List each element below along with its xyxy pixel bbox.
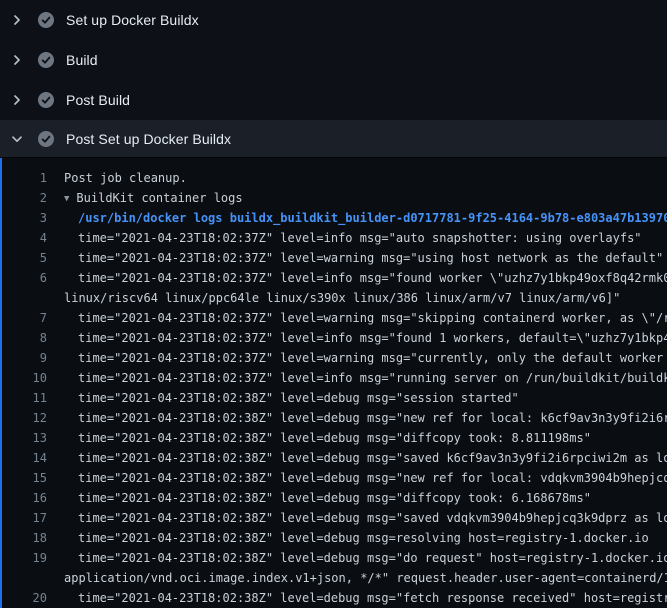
chevron-right-icon bbox=[9, 52, 25, 68]
log-text: time="2021-04-23T18:02:38Z" level=debug … bbox=[47, 448, 667, 468]
log-line-number[interactable]: 16 bbox=[2, 488, 47, 508]
step-label: Build bbox=[66, 52, 98, 68]
log-line-number[interactable]: 18 bbox=[2, 528, 47, 548]
log-line: 10time="2021-04-23T18:02:37Z" level=info… bbox=[2, 368, 667, 388]
log-text: linux/riscv64 linux/ppc64le linux/s390x … bbox=[47, 288, 620, 308]
log-text: time="2021-04-23T18:02:37Z" level=info m… bbox=[47, 368, 667, 388]
step-success-check-icon bbox=[38, 52, 54, 68]
log-line-number[interactable]: 17 bbox=[2, 508, 47, 528]
log-line-number[interactable]: 5 bbox=[2, 248, 47, 268]
log-line-number[interactable]: 4 bbox=[2, 228, 47, 248]
log-line-number[interactable]: 9 bbox=[2, 348, 47, 368]
log-text: time="2021-04-23T18:02:37Z" level=info m… bbox=[47, 268, 667, 288]
log-line: 1Post job cleanup. bbox=[2, 168, 667, 188]
log-line: 6time="2021-04-23T18:02:37Z" level=info … bbox=[2, 268, 667, 288]
log-text: time="2021-04-23T18:02:38Z" level=debug … bbox=[47, 508, 667, 528]
step-header-build[interactable]: Build bbox=[0, 40, 667, 80]
log-line-number[interactable]: 6 bbox=[2, 268, 47, 288]
step-label: Post Set up Docker Buildx bbox=[66, 131, 231, 147]
log-line: 14time="2021-04-23T18:02:38Z" level=debu… bbox=[2, 448, 667, 468]
log-line: 15time="2021-04-23T18:02:38Z" level=debu… bbox=[2, 468, 667, 488]
log-line: 4time="2021-04-23T18:02:37Z" level=info … bbox=[2, 228, 667, 248]
job-steps-list: Set up Docker Buildx Build Post Build Po… bbox=[0, 0, 667, 158]
log-line: 16time="2021-04-23T18:02:38Z" level=debu… bbox=[2, 488, 667, 508]
log-line-number[interactable]: 14 bbox=[2, 448, 47, 468]
log-line: 11time="2021-04-23T18:02:38Z" level=debu… bbox=[2, 388, 667, 408]
step-header-set-up-docker-buildx[interactable]: Set up Docker Buildx bbox=[0, 0, 667, 40]
log-line-number bbox=[2, 568, 47, 588]
log-line-number[interactable]: 1 bbox=[2, 168, 47, 188]
log-text: time="2021-04-23T18:02:38Z" level=debug … bbox=[47, 548, 667, 568]
log-group-title-text: BuildKit container logs bbox=[76, 191, 242, 205]
log-line-number[interactable]: 15 bbox=[2, 468, 47, 488]
log-line: 3/usr/bin/docker logs buildx_buildkit_bu… bbox=[2, 208, 667, 228]
log-line-number[interactable]: 19 bbox=[2, 548, 47, 568]
log-line: 9time="2021-04-23T18:02:37Z" level=warni… bbox=[2, 348, 667, 368]
group-expand-caret-icon[interactable]: ▼ bbox=[64, 189, 76, 209]
log-line-number[interactable]: 12 bbox=[2, 408, 47, 428]
step-label: Set up Docker Buildx bbox=[66, 12, 199, 28]
log-line: 13time="2021-04-23T18:02:38Z" level=debu… bbox=[2, 428, 667, 448]
log-line: 8time="2021-04-23T18:02:37Z" level=info … bbox=[2, 328, 667, 348]
log-group-title: ▼BuildKit container logs bbox=[47, 188, 243, 208]
step-label: Post Build bbox=[66, 92, 130, 108]
log-line: linux/riscv64 linux/ppc64le linux/s390x … bbox=[2, 288, 667, 308]
log-line-number[interactable]: 20 bbox=[2, 588, 47, 608]
log-text: time="2021-04-23T18:02:38Z" level=debug … bbox=[47, 468, 667, 488]
log-line-number[interactable]: 13 bbox=[2, 428, 47, 448]
log-line: application/vnd.oci.image.index.v1+json,… bbox=[2, 568, 667, 588]
log-text: time="2021-04-23T18:02:38Z" level=debug … bbox=[47, 488, 591, 508]
log-text: time="2021-04-23T18:02:37Z" level=info m… bbox=[47, 228, 642, 248]
log-line: 12time="2021-04-23T18:02:38Z" level=debu… bbox=[2, 408, 667, 428]
log-text: time="2021-04-23T18:02:38Z" level=debug … bbox=[47, 588, 667, 608]
chevron-right-icon bbox=[9, 92, 25, 108]
step-header-post-build[interactable]: Post Build bbox=[0, 80, 667, 120]
step-header-post-set-up-docker-buildx[interactable]: Post Set up Docker Buildx bbox=[0, 120, 667, 158]
log-line[interactable]: 2▼BuildKit container logs bbox=[2, 188, 667, 208]
log-line-number[interactable]: 11 bbox=[2, 388, 47, 408]
step-success-check-icon bbox=[38, 131, 54, 147]
log-line-number[interactable]: 7 bbox=[2, 308, 47, 328]
log-line: 7time="2021-04-23T18:02:37Z" level=warni… bbox=[2, 308, 667, 328]
log-text: time="2021-04-23T18:02:38Z" level=debug … bbox=[47, 408, 667, 428]
log-line: 18time="2021-04-23T18:02:38Z" level=debu… bbox=[2, 528, 667, 548]
step-success-check-icon bbox=[38, 12, 54, 28]
log-line-number[interactable]: 8 bbox=[2, 328, 47, 348]
log-line-number[interactable]: 3 bbox=[2, 208, 47, 228]
log-text: time="2021-04-23T18:02:37Z" level=warnin… bbox=[47, 308, 667, 328]
log-command-text: /usr/bin/docker logs buildx_buildkit_bui… bbox=[47, 208, 667, 228]
log-text: application/vnd.oci.image.index.v1+json,… bbox=[47, 568, 667, 588]
log-line-number[interactable]: 2 bbox=[2, 188, 47, 208]
log-text: Post job cleanup. bbox=[47, 168, 187, 188]
log-line-number bbox=[2, 288, 47, 308]
log-text: time="2021-04-23T18:02:37Z" level=warnin… bbox=[47, 348, 667, 368]
log-text: time="2021-04-23T18:02:38Z" level=debug … bbox=[47, 428, 591, 448]
log-line: 19time="2021-04-23T18:02:38Z" level=debu… bbox=[2, 548, 667, 568]
step-success-check-icon bbox=[38, 92, 54, 108]
log-text: time="2021-04-23T18:02:38Z" level=debug … bbox=[47, 528, 649, 548]
log-text: time="2021-04-23T18:02:37Z" level=warnin… bbox=[47, 248, 663, 268]
log-text: time="2021-04-23T18:02:38Z" level=debug … bbox=[47, 388, 519, 408]
chevron-down-icon bbox=[9, 131, 25, 147]
log-console: 1Post job cleanup.2▼BuildKit container l… bbox=[0, 158, 667, 608]
chevron-right-icon bbox=[9, 12, 25, 28]
log-text: time="2021-04-23T18:02:37Z" level=info m… bbox=[47, 328, 667, 348]
log-line-number[interactable]: 10 bbox=[2, 368, 47, 388]
log-line: 17time="2021-04-23T18:02:38Z" level=debu… bbox=[2, 508, 667, 528]
log-line: 5time="2021-04-23T18:02:37Z" level=warni… bbox=[2, 248, 667, 268]
log-line: 20time="2021-04-23T18:02:38Z" level=debu… bbox=[2, 588, 667, 608]
